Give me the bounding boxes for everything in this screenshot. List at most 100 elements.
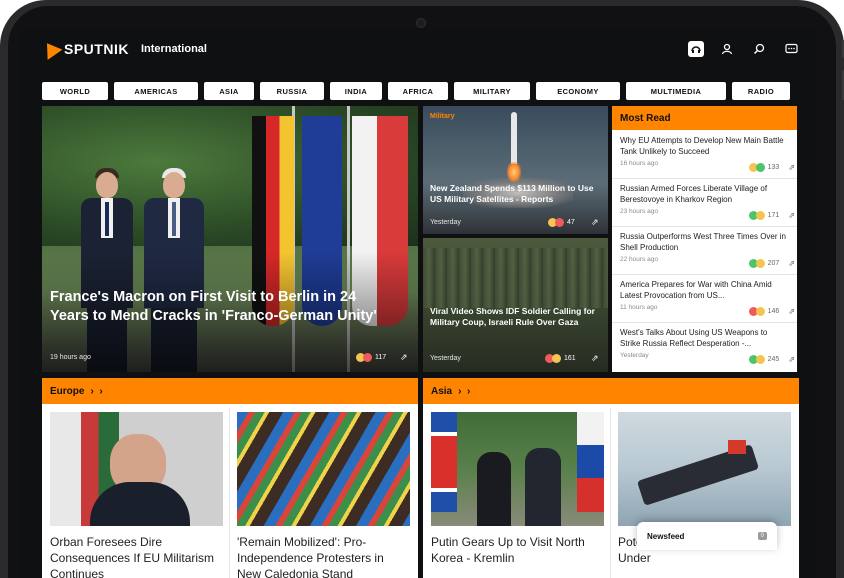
sputnik-logo-icon <box>39 38 63 60</box>
article-time: Yesterday <box>430 355 461 362</box>
newsfeed-label: Newsfeed <box>647 531 685 541</box>
article-time: Yesterday <box>430 219 461 226</box>
divider <box>229 408 230 578</box>
rocket-flame <box>507 162 521 182</box>
europe-section-header[interactable]: Europe › › <box>42 378 418 404</box>
reaction-count: 171 <box>767 212 780 219</box>
header-icons <box>688 40 800 58</box>
emoji-icon <box>755 163 765 172</box>
newsfeed-badge: 0 <box>757 532 767 540</box>
newsfeed-button[interactable]: Newsfeed 0 <box>637 522 777 550</box>
most-read-panel: Most Read Why EU Attempts to Develop New… <box>612 106 797 372</box>
reaction-count: 146 <box>767 308 780 315</box>
share-icon[interactable]: ⇗ <box>788 307 795 316</box>
camera <box>416 18 426 28</box>
crowd-image <box>423 248 608 308</box>
most-read-item-title[interactable]: West's Talks About Using US Weapons to S… <box>620 328 790 349</box>
article-title[interactable]: Putin Gears Up to Visit North Korea - Kr… <box>431 534 604 566</box>
emoji-icon <box>363 353 372 362</box>
section-nav: WORLD AMERICAS ASIA RUSSIA INDIA AFRICA … <box>42 82 798 100</box>
article-reactions[interactable]: 47 <box>548 218 575 227</box>
article-card[interactable]: Viral Video Shows IDF Soldier Calling fo… <box>423 238 608 372</box>
person <box>477 452 511 526</box>
most-read-reactions[interactable]: 245 ⇗ <box>748 355 795 364</box>
share-icon[interactable]: ⇗ <box>788 355 795 364</box>
search-icon[interactable] <box>750 40 768 58</box>
nav-economy[interactable]: ECONOMY <box>536 82 620 100</box>
flag <box>577 412 604 512</box>
nav-india[interactable]: INDIA <box>330 82 382 100</box>
asia-section-header[interactable]: Asia › › <box>423 378 799 404</box>
article-title[interactable]: New Zealand Spends $113 Million to Use U… <box>430 183 602 205</box>
article-title[interactable]: 'Remain Mobilized': Pro-Independence Pro… <box>237 534 410 578</box>
browser-screen: SPUTNIK International WORLD AMERICAS ASI… <box>20 28 818 578</box>
share-icon[interactable]: ⇗ <box>591 353 599 364</box>
emoji-icon <box>555 218 564 227</box>
nav-radio[interactable]: RADIO <box>732 82 790 100</box>
article-reactions[interactable]: 161 <box>545 354 576 363</box>
mid-column: Military New Zealand Spends $113 Million… <box>423 106 608 372</box>
divider <box>612 226 797 227</box>
nav-africa[interactable]: AFRICA <box>388 82 448 100</box>
emoji-icon <box>552 354 561 363</box>
user-icon[interactable] <box>718 40 736 58</box>
share-icon[interactable]: ⇗ <box>591 217 599 228</box>
hero-title[interactable]: France's Macron on First Visit to Berlin… <box>50 288 390 326</box>
suit <box>90 482 190 526</box>
most-read-item-title[interactable]: Why EU Attempts to Develop New Main Batt… <box>620 136 790 157</box>
nav-americas[interactable]: AMERICAS <box>114 82 198 100</box>
divider <box>612 178 797 179</box>
most-read-reactions[interactable]: 171 ⇗ <box>748 211 795 220</box>
nav-russia[interactable]: RUSSIA <box>260 82 324 100</box>
share-icon[interactable]: ⇗ <box>788 163 795 172</box>
emoji-icon <box>755 307 765 316</box>
article-tile[interactable]: Orban Foresees Dire Consequences If EU M… <box>50 412 223 578</box>
article-tile[interactable]: Putin Gears Up to Visit North Korea - Kr… <box>431 412 604 566</box>
site-header: SPUTNIK International <box>20 28 818 76</box>
category-label[interactable]: Military <box>430 113 455 120</box>
hero-time: 19 hours ago <box>50 354 91 361</box>
europe-section: Europe › › Orban Foresees Dire Consequen… <box>42 378 418 578</box>
chat-icon[interactable] <box>782 40 800 58</box>
reaction-count: 245 <box>767 356 780 363</box>
share-icon[interactable]: ⇗ <box>400 352 408 363</box>
edition-label: International <box>140 43 207 55</box>
article-card[interactable]: Military New Zealand Spends $113 Million… <box>423 106 608 234</box>
nav-multimedia[interactable]: MULTIMEDIA <box>626 82 726 100</box>
most-read-title[interactable]: Most Read <box>612 106 797 130</box>
reaction-count: 207 <box>767 260 780 267</box>
article-image <box>50 412 223 526</box>
section-label[interactable]: Asia <box>431 386 452 397</box>
nav-world[interactable]: WORLD <box>42 82 108 100</box>
emoji-icon <box>755 355 765 364</box>
chevron-right-icon: › › <box>90 385 103 397</box>
reaction-count: 161 <box>564 355 576 362</box>
most-read-reactions[interactable]: 146 ⇗ <box>748 307 795 316</box>
divider <box>612 322 797 323</box>
hero-reaction-count: 117 <box>375 354 387 361</box>
most-read-reactions[interactable]: 133 ⇗ <box>748 163 795 172</box>
person <box>525 448 561 526</box>
article-title[interactable]: Viral Video Shows IDF Soldier Calling fo… <box>430 306 602 328</box>
article-image <box>237 412 410 526</box>
radio-icon[interactable] <box>688 41 704 57</box>
share-icon[interactable]: ⇗ <box>788 211 795 220</box>
article-image <box>618 412 791 526</box>
most-read-item-title[interactable]: Russia Outperforms West Three Times Over… <box>620 232 790 253</box>
nav-asia[interactable]: ASIA <box>204 82 254 100</box>
most-read-reactions[interactable]: 207 ⇗ <box>748 259 795 268</box>
nav-military[interactable]: MILITARY <box>454 82 530 100</box>
rocket-image <box>511 112 517 164</box>
article-title[interactable]: Orban Foresees Dire Consequences If EU M… <box>50 534 223 578</box>
article-tile[interactable]: 'Remain Mobilized': Pro-Independence Pro… <box>237 412 410 578</box>
divider <box>610 408 611 578</box>
most-read-item-title[interactable]: Russian Armed Forces Liberate Village of… <box>620 184 790 205</box>
emoji-icon <box>755 259 765 268</box>
section-label[interactable]: Europe <box>50 386 84 397</box>
sputnik-logo[interactable]: SPUTNIK International <box>39 38 207 60</box>
emoji-icon <box>755 211 765 220</box>
share-icon[interactable]: ⇗ <box>788 259 795 268</box>
hero-article[interactable]: France's Macron on First Visit to Berlin… <box>42 106 418 372</box>
hero-reactions[interactable]: 117 <box>356 353 386 362</box>
most-read-item-title[interactable]: America Prepares for War with China Amid… <box>620 280 790 301</box>
